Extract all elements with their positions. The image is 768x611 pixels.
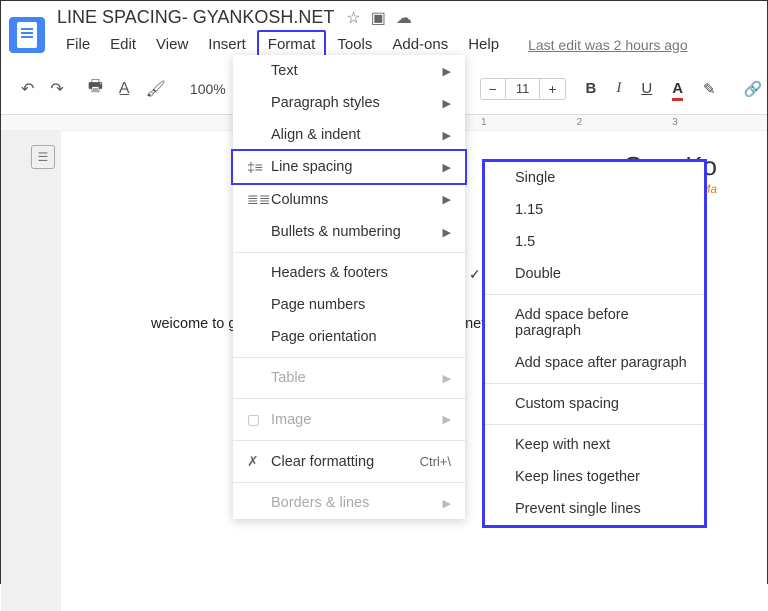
format-text[interactable]: Text▶: [233, 55, 465, 87]
format-table: Table▶: [233, 362, 465, 394]
format-align-indent[interactable]: Align & indent▶: [233, 119, 465, 151]
docs-logo-icon[interactable]: [9, 17, 45, 53]
spacing-custom[interactable]: Custom spacing: [485, 388, 704, 420]
spacing-add-after[interactable]: Add space after paragraph: [485, 347, 704, 379]
format-headers-footers[interactable]: Headers & footers: [233, 257, 465, 289]
format-dropdown: Text▶ Paragraph styles▶ Align & indent▶ …: [233, 55, 465, 519]
format-page-numbers[interactable]: Page numbers: [233, 289, 465, 321]
font-size-decrease[interactable]: −: [481, 79, 505, 99]
format-image: ▢Image▶: [233, 403, 465, 436]
spacing-prevent-single[interactable]: Prevent single lines: [485, 493, 704, 525]
font-size-group: − 11 +: [480, 78, 566, 100]
last-edit-link[interactable]: Last edit was 2 hours ago: [528, 37, 688, 53]
spacing-15[interactable]: 1.5: [485, 226, 704, 258]
spacing-keep-together[interactable]: Keep lines together: [485, 461, 704, 493]
menu-addons[interactable]: Add-ons: [383, 32, 457, 57]
menu-help[interactable]: Help: [459, 32, 508, 57]
spacing-double[interactable]: ✓Double: [485, 258, 704, 290]
menu-file[interactable]: File: [57, 32, 99, 57]
outline-icon[interactable]: ☰: [31, 145, 55, 169]
menu-insert[interactable]: Insert: [199, 32, 255, 57]
menu-edit[interactable]: Edit: [101, 32, 145, 57]
cloud-icon[interactable]: ☁: [396, 8, 412, 28]
format-clear-formatting[interactable]: ✗Clear formattingCtrl+\: [233, 445, 465, 478]
italic-button[interactable]: I: [608, 76, 629, 101]
insert-link-icon[interactable]: 🔗: [736, 76, 768, 102]
print-icon[interactable]: 🖶: [82, 71, 109, 106]
undo-icon[interactable]: ↶: [15, 75, 40, 103]
paint-format-icon[interactable]: 🖌: [140, 75, 172, 103]
menu-tools[interactable]: Tools: [328, 32, 381, 57]
font-size-value[interactable]: 11: [505, 79, 541, 98]
spacing-115[interactable]: 1.15: [485, 194, 704, 226]
bold-button[interactable]: B: [578, 76, 605, 101]
format-paragraph-styles[interactable]: Paragraph styles▶: [233, 87, 465, 119]
highlight-button[interactable]: ✎: [695, 76, 724, 102]
format-page-orientation[interactable]: Page orientation: [233, 321, 465, 353]
spellcheck-icon[interactable]: A̲: [113, 76, 136, 102]
format-borders-lines: Borders & lines▶: [233, 487, 465, 519]
document-title[interactable]: LINE SPACING- GYANKOSH.NET: [57, 7, 334, 28]
format-columns[interactable]: ≣≣Columns▶: [233, 183, 465, 216]
format-line-spacing[interactable]: ‡≡Line spacing▶: [233, 151, 465, 183]
redo-icon[interactable]: ↷: [44, 75, 69, 103]
spacing-single[interactable]: Single: [485, 162, 704, 194]
menu-view[interactable]: View: [147, 32, 197, 57]
font-size-increase[interactable]: +: [540, 79, 564, 99]
underline-button[interactable]: U: [633, 76, 660, 101]
move-icon[interactable]: ▣: [371, 8, 386, 28]
spacing-add-before[interactable]: Add space before paragraph: [485, 299, 704, 347]
line-spacing-submenu: Single 1.15 1.5 ✓Double Add space before…: [482, 159, 707, 528]
text-color-button[interactable]: A: [664, 76, 691, 101]
format-bullets-numbering[interactable]: Bullets & numbering▶: [233, 216, 465, 248]
spacing-keep-next[interactable]: Keep with next: [485, 429, 704, 461]
star-icon[interactable]: ☆: [346, 8, 360, 28]
